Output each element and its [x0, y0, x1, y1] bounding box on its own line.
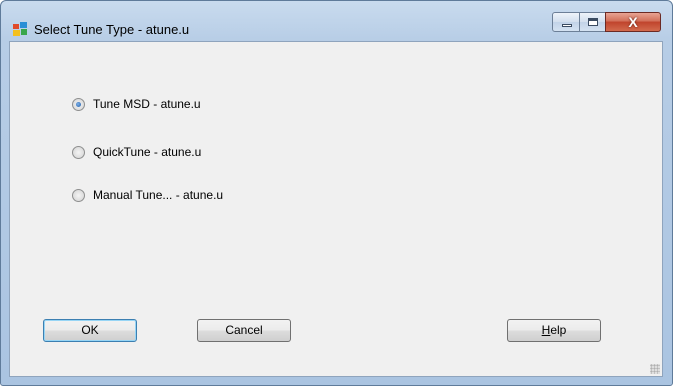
- resize-grip-icon[interactable]: [650, 364, 660, 374]
- close-button[interactable]: X: [605, 12, 661, 32]
- help-label: elp: [550, 323, 567, 337]
- window-title: Select Tune Type - atune.u: [34, 22, 190, 37]
- dialog-window: Select Tune Type - atune.u X Tune MSD - …: [0, 0, 673, 386]
- radio-manual-tune[interactable]: Manual Tune... - atune.u: [72, 185, 223, 205]
- radio-icon: [72, 145, 85, 159]
- caption-buttons: X: [552, 12, 662, 33]
- radio-label: Manual Tune... - atune.u: [93, 188, 224, 202]
- title-bar[interactable]: Select Tune Type - atune.u X: [1, 1, 672, 40]
- minimize-button[interactable]: [552, 12, 580, 32]
- maximize-button[interactable]: [579, 12, 606, 32]
- cancel-button[interactable]: Cancel: [197, 319, 291, 342]
- close-icon: X: [628, 14, 638, 30]
- radio-icon: [72, 97, 85, 111]
- help-button[interactable]: Help: [507, 319, 601, 342]
- minimize-icon: [562, 24, 572, 27]
- radio-label: QuickTune - atune.u: [93, 145, 202, 159]
- ok-button[interactable]: OK: [43, 319, 137, 342]
- radio-icon: [72, 188, 85, 202]
- dialog-client-area: Tune MSD - atune.u QuickTune - atune.u M…: [9, 41, 663, 377]
- app-icon: [13, 22, 27, 36]
- radio-label: Tune MSD - atune.u: [93, 97, 201, 111]
- radio-tune-msd[interactable]: Tune MSD - atune.u: [72, 94, 201, 114]
- maximize-icon: [588, 18, 598, 26]
- radio-quicktune[interactable]: QuickTune - atune.u: [72, 142, 201, 162]
